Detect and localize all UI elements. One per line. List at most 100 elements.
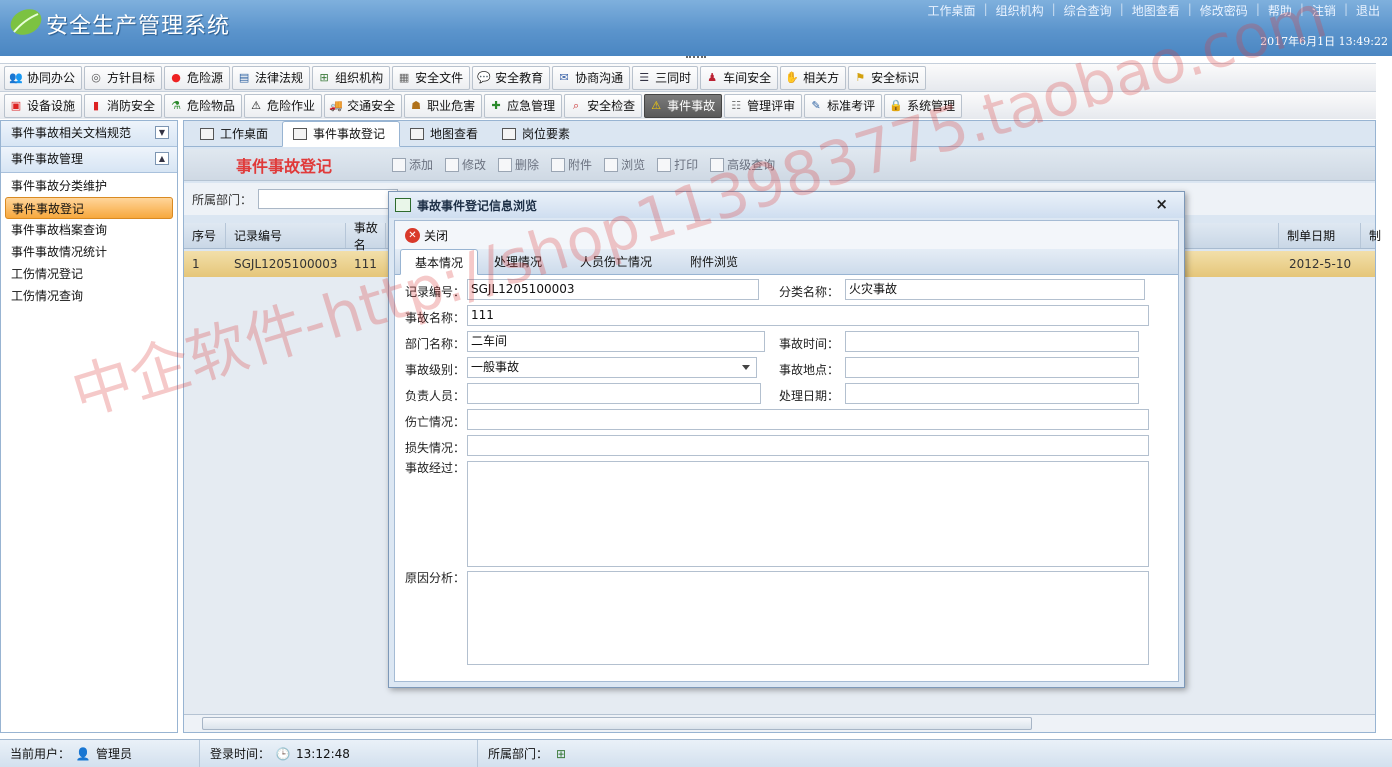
cause-textarea[interactable] — [467, 571, 1149, 665]
person-field[interactable] — [467, 383, 761, 404]
menu1-item-3[interactable]: ▤ 法律法规 — [232, 65, 311, 90]
department-field[interactable]: 二车间 — [467, 331, 765, 352]
process-textarea[interactable] — [467, 461, 1149, 567]
menu-item-label: 安全教育 — [495, 71, 544, 85]
menu1-item-9[interactable]: ♟ 车间安全 — [700, 65, 779, 90]
menu2-item-11[interactable]: 🔒 系统管理 — [884, 93, 963, 118]
dialog-close-button[interactable]: 关闭 — [424, 227, 448, 244]
record-no-field[interactable]: SGJL1205100003 — [467, 279, 759, 300]
menu2-item-8[interactable]: ⚠ 事件事故 — [644, 93, 723, 118]
edit-form-icon — [293, 128, 308, 140]
tab-label: 岗位要素 — [522, 127, 571, 141]
scrollbar-thumb[interactable] — [202, 717, 1032, 730]
action-attachment-button[interactable]: 附件 — [551, 156, 592, 173]
accident-time-field[interactable] — [845, 331, 1139, 352]
top-link-desktop[interactable]: 工作桌面 — [920, 2, 984, 19]
menu2-item-1[interactable]: ▮ 消防安全 — [84, 93, 163, 118]
action-delete-button[interactable]: 删除 — [498, 156, 539, 173]
menu1-item-8[interactable]: ☰ 三同时 — [632, 65, 699, 90]
col-header-date[interactable]: 制单日期 — [1279, 223, 1361, 248]
filter-dept-input[interactable] — [258, 189, 399, 209]
sidebar-item-4[interactable]: 工伤情况登记 — [1, 263, 177, 285]
header-resize-grip[interactable] — [686, 56, 706, 60]
menu-item-label: 组织机构 — [335, 71, 384, 85]
sidebar-item-5[interactable]: 工伤情况查询 — [1, 285, 177, 307]
cause-label: 原因分析： — [405, 571, 466, 585]
casualty-field[interactable] — [467, 409, 1149, 430]
menu2-item-4[interactable]: 🚚 交通安全 — [324, 93, 403, 118]
menu1-item-1[interactable]: ◎ 方针目标 — [84, 65, 163, 90]
accident-name-field[interactable]: 111 — [467, 305, 1149, 326]
menu1-item-11[interactable]: ⚑ 安全标识 — [848, 65, 927, 90]
menu1-item-2[interactable]: ● 危险源 — [164, 65, 231, 90]
horizontal-scrollbar[interactable] — [184, 714, 1375, 732]
top-link-logout[interactable]: 注销 — [1304, 2, 1344, 19]
handle-date-field[interactable] — [845, 383, 1139, 404]
menu1-item-10[interactable]: ✋ 相关方 — [780, 65, 847, 90]
menu2-item-9[interactable]: ☷ 管理评审 — [724, 93, 803, 118]
action-add-button[interactable]: 添加 — [392, 156, 433, 173]
col-header-name[interactable]: 事故名 — [346, 221, 386, 252]
dialog-titlebar[interactable]: 事故事件登记信息浏览 × — [389, 192, 1184, 218]
top-link-password[interactable]: 修改密码 — [1192, 2, 1256, 19]
action-advanced-search-button[interactable]: 高级查询 — [710, 156, 775, 173]
menu2-item-5[interactable]: ☗ 职业危害 — [404, 93, 483, 118]
tab-0[interactable]: 工作桌面 — [190, 121, 282, 147]
col-header-more[interactable]: 制 — [1361, 223, 1381, 248]
dialog-tab-2[interactable]: 人员伤亡情况 — [564, 249, 674, 275]
sidebar-item-2[interactable]: 事件事故档案查询 — [1, 219, 177, 241]
person-label: 负责人员： — [405, 389, 466, 403]
menu1-item-4[interactable]: ⊞ 组织机构 — [312, 65, 391, 90]
loss-label: 损失情况： — [405, 441, 466, 455]
menu2-item-3[interactable]: ⚠ 危险作业 — [244, 93, 323, 118]
chevron-down-icon[interactable] — [742, 365, 750, 370]
top-link-map[interactable]: 地图查看 — [1124, 2, 1188, 19]
menu1-item-5[interactable]: ▦ 安全文件 — [392, 65, 471, 90]
top-link-exit[interactable]: 退出 — [1348, 2, 1388, 19]
top-link-org[interactable]: 组织机构 — [988, 2, 1052, 19]
dialog-tab-0[interactable]: 基本情况 — [400, 249, 479, 275]
col-header-index[interactable]: 序号 — [184, 223, 226, 248]
location-field[interactable] — [845, 357, 1139, 378]
action-print-button[interactable]: 打印 — [657, 156, 698, 173]
sidebar-item-3[interactable]: 事件事故情况统计 — [1, 241, 177, 263]
action-edit-button[interactable]: 修改 — [445, 156, 486, 173]
menu1-item-7[interactable]: ✉ 协商沟通 — [552, 65, 631, 90]
dialog-tab-1[interactable]: 处理情况 — [478, 249, 564, 275]
action-label: 附件 — [568, 158, 593, 172]
menu1-item-6[interactable]: 💬 安全教育 — [472, 65, 551, 90]
close-icon[interactable]: × — [1155, 195, 1168, 213]
menu-item-label: 职业危害 — [427, 99, 476, 113]
accident-name-label: 事故名称： — [405, 311, 466, 325]
dialog-tab-3[interactable]: 附件浏览 — [674, 249, 760, 275]
tab-2[interactable]: 地图查看 — [400, 121, 492, 147]
top-link-help[interactable]: 帮助 — [1260, 2, 1300, 19]
menu2-item-2[interactable]: ⚗ 危险物品 — [164, 93, 243, 118]
sidebar-section-docs[interactable]: 事件事故相关文档规范 ▼ — [1, 121, 177, 147]
chevron-up-icon[interactable]: ▲ — [155, 152, 169, 165]
menu2-item-0[interactable]: ▣ 设备设施 — [4, 93, 83, 118]
chevron-down-icon[interactable]: ▼ — [155, 126, 169, 139]
sidebar-section-management[interactable]: 事件事故管理 ▲ — [1, 147, 177, 173]
tab-1[interactable]: 事件事故登记 — [282, 121, 401, 147]
top-link-query[interactable]: 综合查询 — [1056, 2, 1120, 19]
loss-field[interactable] — [467, 435, 1149, 456]
level-select[interactable]: 一般事故 — [467, 357, 757, 378]
category-field[interactable]: 火灾事故 — [845, 279, 1145, 300]
col-header-record-no[interactable]: 记录编号 — [226, 223, 346, 248]
menu2-item-6[interactable]: ✚ 应急管理 — [484, 93, 563, 118]
sidebar-item-label: 事件事故分类维护 — [11, 179, 108, 193]
menu2-item-10[interactable]: ✎ 标准考评 — [804, 93, 883, 118]
sidebar-item-0[interactable]: 事件事故分类维护 — [1, 175, 177, 197]
close-circle-icon[interactable]: ✕ — [405, 227, 420, 243]
dialog-tab-label: 附件浏览 — [690, 255, 739, 269]
action-label: 删除 — [515, 158, 540, 172]
sidebar-item-1[interactable]: 事件事故登记 — [5, 197, 173, 219]
tab-3[interactable]: 岗位要素 — [492, 121, 584, 147]
app-header: 安全生产管理系统 工作桌面 | 组织机构 | 综合查询 | 地图查看 | 修改密码 | 帮… — [0, 0, 1392, 56]
menu2-item-7[interactable]: ⌕ 安全检查 — [564, 93, 643, 118]
action-view-button[interactable]: 浏览 — [604, 156, 645, 173]
status-bar: 当前用户： 👤 管理员 登录时间： 🕒 13:12:48 所属部门： ⊞ — [0, 739, 1392, 767]
handle-date-label: 处理日期： — [779, 389, 840, 403]
menu1-item-0[interactable]: 👥 协同办公 — [4, 65, 83, 90]
